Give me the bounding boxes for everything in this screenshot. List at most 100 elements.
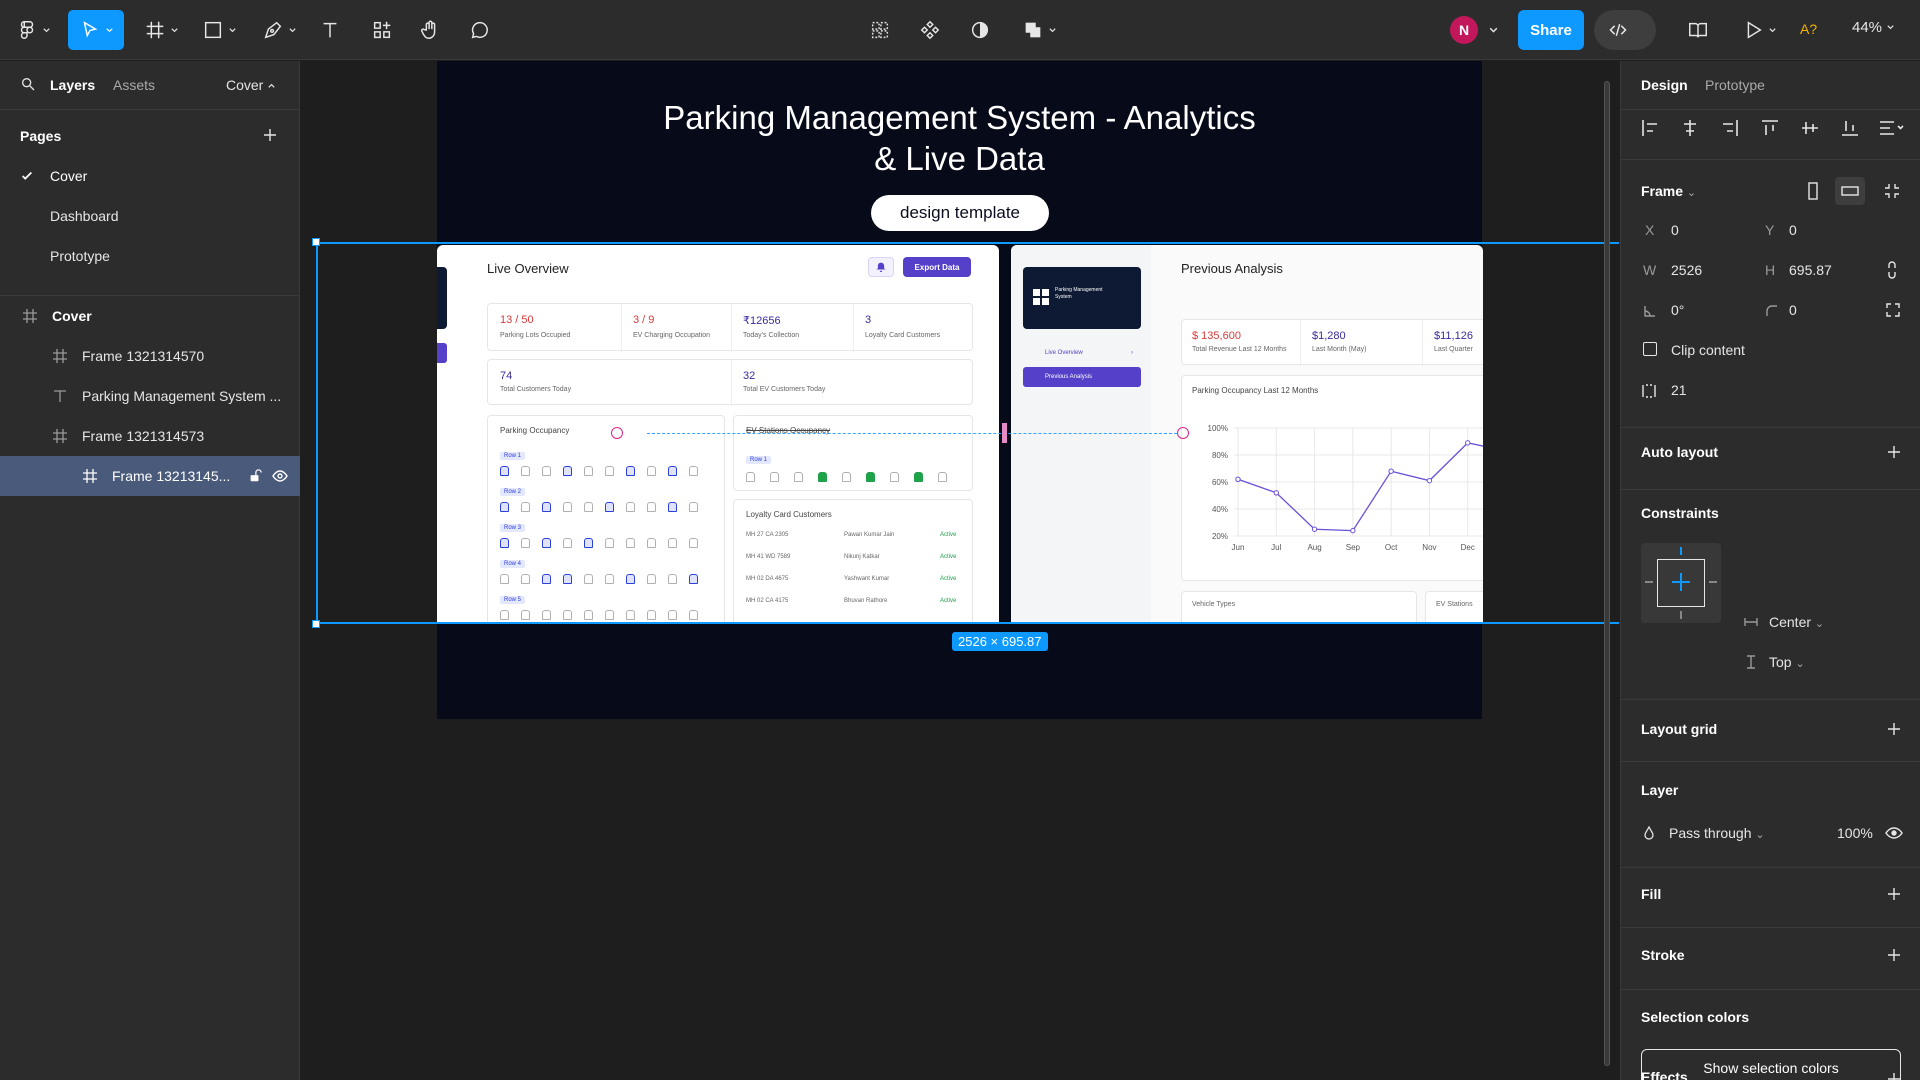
opacity-input[interactable]: 100% [1837, 825, 1873, 841]
h-input[interactable]: 695.87 [1789, 262, 1832, 278]
constraint-left[interactable] [1645, 581, 1653, 583]
spacing-input[interactable]: 21 [1671, 382, 1687, 398]
page-item-prototype[interactable]: Prototype [50, 248, 110, 264]
align-top-icon[interactable] [1759, 117, 1781, 139]
align-vertical-center-icon[interactable] [1799, 117, 1821, 139]
constraints-widget[interactable] [1641, 543, 1721, 623]
user-avatar[interactable]: N [1450, 16, 1478, 44]
toolbar: N Share A? 44% [0, 0, 1920, 60]
selection-box[interactable] [316, 242, 1619, 624]
layer-row-title-text[interactable]: Parking Management System ... [0, 376, 300, 416]
eye-icon[interactable] [1885, 826, 1903, 840]
chevron-down-icon [105, 27, 113, 32]
chevron-down-icon [288, 27, 296, 32]
add-auto-layout-plus-icon[interactable] [1886, 444, 1902, 460]
code-brackets-icon [1609, 23, 1627, 37]
rotation-input[interactable]: 0° [1671, 302, 1684, 318]
clip-content-checkbox[interactable] [1643, 342, 1657, 356]
page-switcher-label: Cover [226, 77, 264, 93]
frame-tool-button[interactable] [138, 10, 184, 50]
add-effect-plus-icon[interactable] [1886, 1071, 1902, 1080]
add-fill-plus-icon[interactable] [1886, 886, 1902, 902]
pen-tool-button[interactable] [256, 10, 302, 50]
chevron-down-icon [228, 27, 236, 32]
radius-input[interactable]: 0 [1789, 302, 1797, 318]
component-button[interactable] [914, 10, 946, 50]
page-item-dashboard[interactable]: Dashboard [50, 208, 119, 224]
frame-hash-icon [53, 429, 67, 443]
search-icon[interactable] [20, 76, 36, 92]
layer-row-selected-frame[interactable]: Frame 13213145... [0, 456, 300, 496]
hand-tool-button[interactable] [414, 10, 446, 50]
present-button[interactable] [1736, 10, 1782, 50]
boolean-ops-button[interactable] [1016, 10, 1062, 50]
align-bottom-icon[interactable] [1839, 117, 1861, 139]
canvas[interactable]: Parking Management System - Analytics & … [301, 61, 1619, 1080]
text-tool-button[interactable] [314, 10, 346, 50]
resize-handle[interactable] [312, 238, 320, 246]
unlock-icon[interactable] [248, 469, 262, 483]
blend-mode-select[interactable]: Pass through ⌄ [1669, 825, 1765, 841]
auto-layout-heading: Auto layout [1641, 444, 1718, 460]
vertical-constraint-select[interactable]: Top ⌄ [1769, 654, 1805, 670]
constraint-bottom[interactable] [1680, 611, 1682, 619]
w-input[interactable]: 2526 [1671, 262, 1702, 278]
shape-tool-button[interactable] [196, 10, 242, 50]
frame-heading[interactable]: Frame ⌄ [1641, 183, 1696, 199]
comment-tool-button[interactable] [464, 10, 496, 50]
resources-tool-button[interactable] [366, 10, 398, 50]
w-label: W [1643, 262, 1657, 278]
independent-corners-icon[interactable] [1885, 302, 1901, 318]
layout-grid-tool[interactable] [864, 10, 896, 50]
divider [1621, 867, 1920, 868]
portrait-icon[interactable] [1805, 181, 1821, 201]
share-button[interactable]: Share [1518, 10, 1584, 50]
missing-fonts-indicator[interactable]: A? [1800, 21, 1817, 37]
align-horizontal-center-icon[interactable] [1679, 117, 1701, 139]
tab-prototype[interactable]: Prototype [1705, 77, 1765, 93]
frame-hash-icon [23, 309, 37, 323]
cover-title-line2: & Live Data [874, 140, 1045, 177]
dev-mode-toggle[interactable] [1594, 10, 1656, 50]
eye-icon[interactable] [272, 468, 288, 484]
comment-bubble-icon [471, 21, 488, 39]
zoom-menu[interactable]: 44% [1852, 19, 1895, 36]
tab-layers[interactable]: Layers [50, 77, 95, 93]
layer-row-frame-1321314570[interactable]: Frame 1321314570 [0, 336, 300, 376]
library-button[interactable] [1682, 10, 1714, 50]
cover-title-line1: Parking Management System - Analytics [663, 99, 1256, 136]
layer-name: Parking Management System ... [82, 388, 282, 404]
vertical-scrollbar[interactable] [1604, 81, 1610, 1066]
landscape-toggle[interactable] [1835, 177, 1865, 205]
add-stroke-plus-icon[interactable] [1886, 947, 1902, 963]
constrain-proportions-icon[interactable] [1885, 260, 1899, 280]
page-item-cover[interactable]: Cover [50, 168, 87, 184]
frame-hash-icon [53, 349, 67, 363]
divider [1621, 699, 1920, 700]
constraint-top[interactable] [1680, 547, 1682, 555]
layer-row-cover[interactable]: Cover [0, 296, 300, 336]
main-menu-button[interactable] [14, 10, 52, 50]
multiplayer-menu[interactable] [1482, 10, 1500, 50]
y-input[interactable]: 0 [1789, 222, 1797, 238]
align-right-icon[interactable] [1719, 117, 1741, 139]
constraint-right[interactable] [1709, 581, 1717, 583]
move-tool-button[interactable] [68, 10, 124, 50]
figma-logo-icon [20, 21, 33, 39]
tab-design[interactable]: Design [1641, 77, 1688, 93]
x-input[interactable]: 0 [1671, 222, 1679, 238]
constraint-center-v[interactable] [1680, 573, 1682, 591]
resize-handle[interactable] [312, 620, 320, 628]
distribute-menu-icon[interactable] [1877, 117, 1905, 139]
page-switcher[interactable]: Cover [226, 77, 276, 93]
layer-row-frame-1321314573[interactable]: Frame 1321314573 [0, 416, 300, 456]
align-left-icon[interactable] [1639, 117, 1661, 139]
resize-to-fit-icon[interactable] [1883, 182, 1901, 200]
y-label: Y [1765, 222, 1775, 238]
add-layout-grid-plus-icon[interactable] [1886, 721, 1902, 737]
contrast-mask-button[interactable] [964, 10, 996, 50]
effects-heading: Effects [1641, 1069, 1688, 1080]
add-page-plus-icon[interactable] [262, 127, 278, 143]
horizontal-constraint-select[interactable]: Center ⌄ [1769, 614, 1824, 630]
tab-assets[interactable]: Assets [113, 77, 155, 93]
